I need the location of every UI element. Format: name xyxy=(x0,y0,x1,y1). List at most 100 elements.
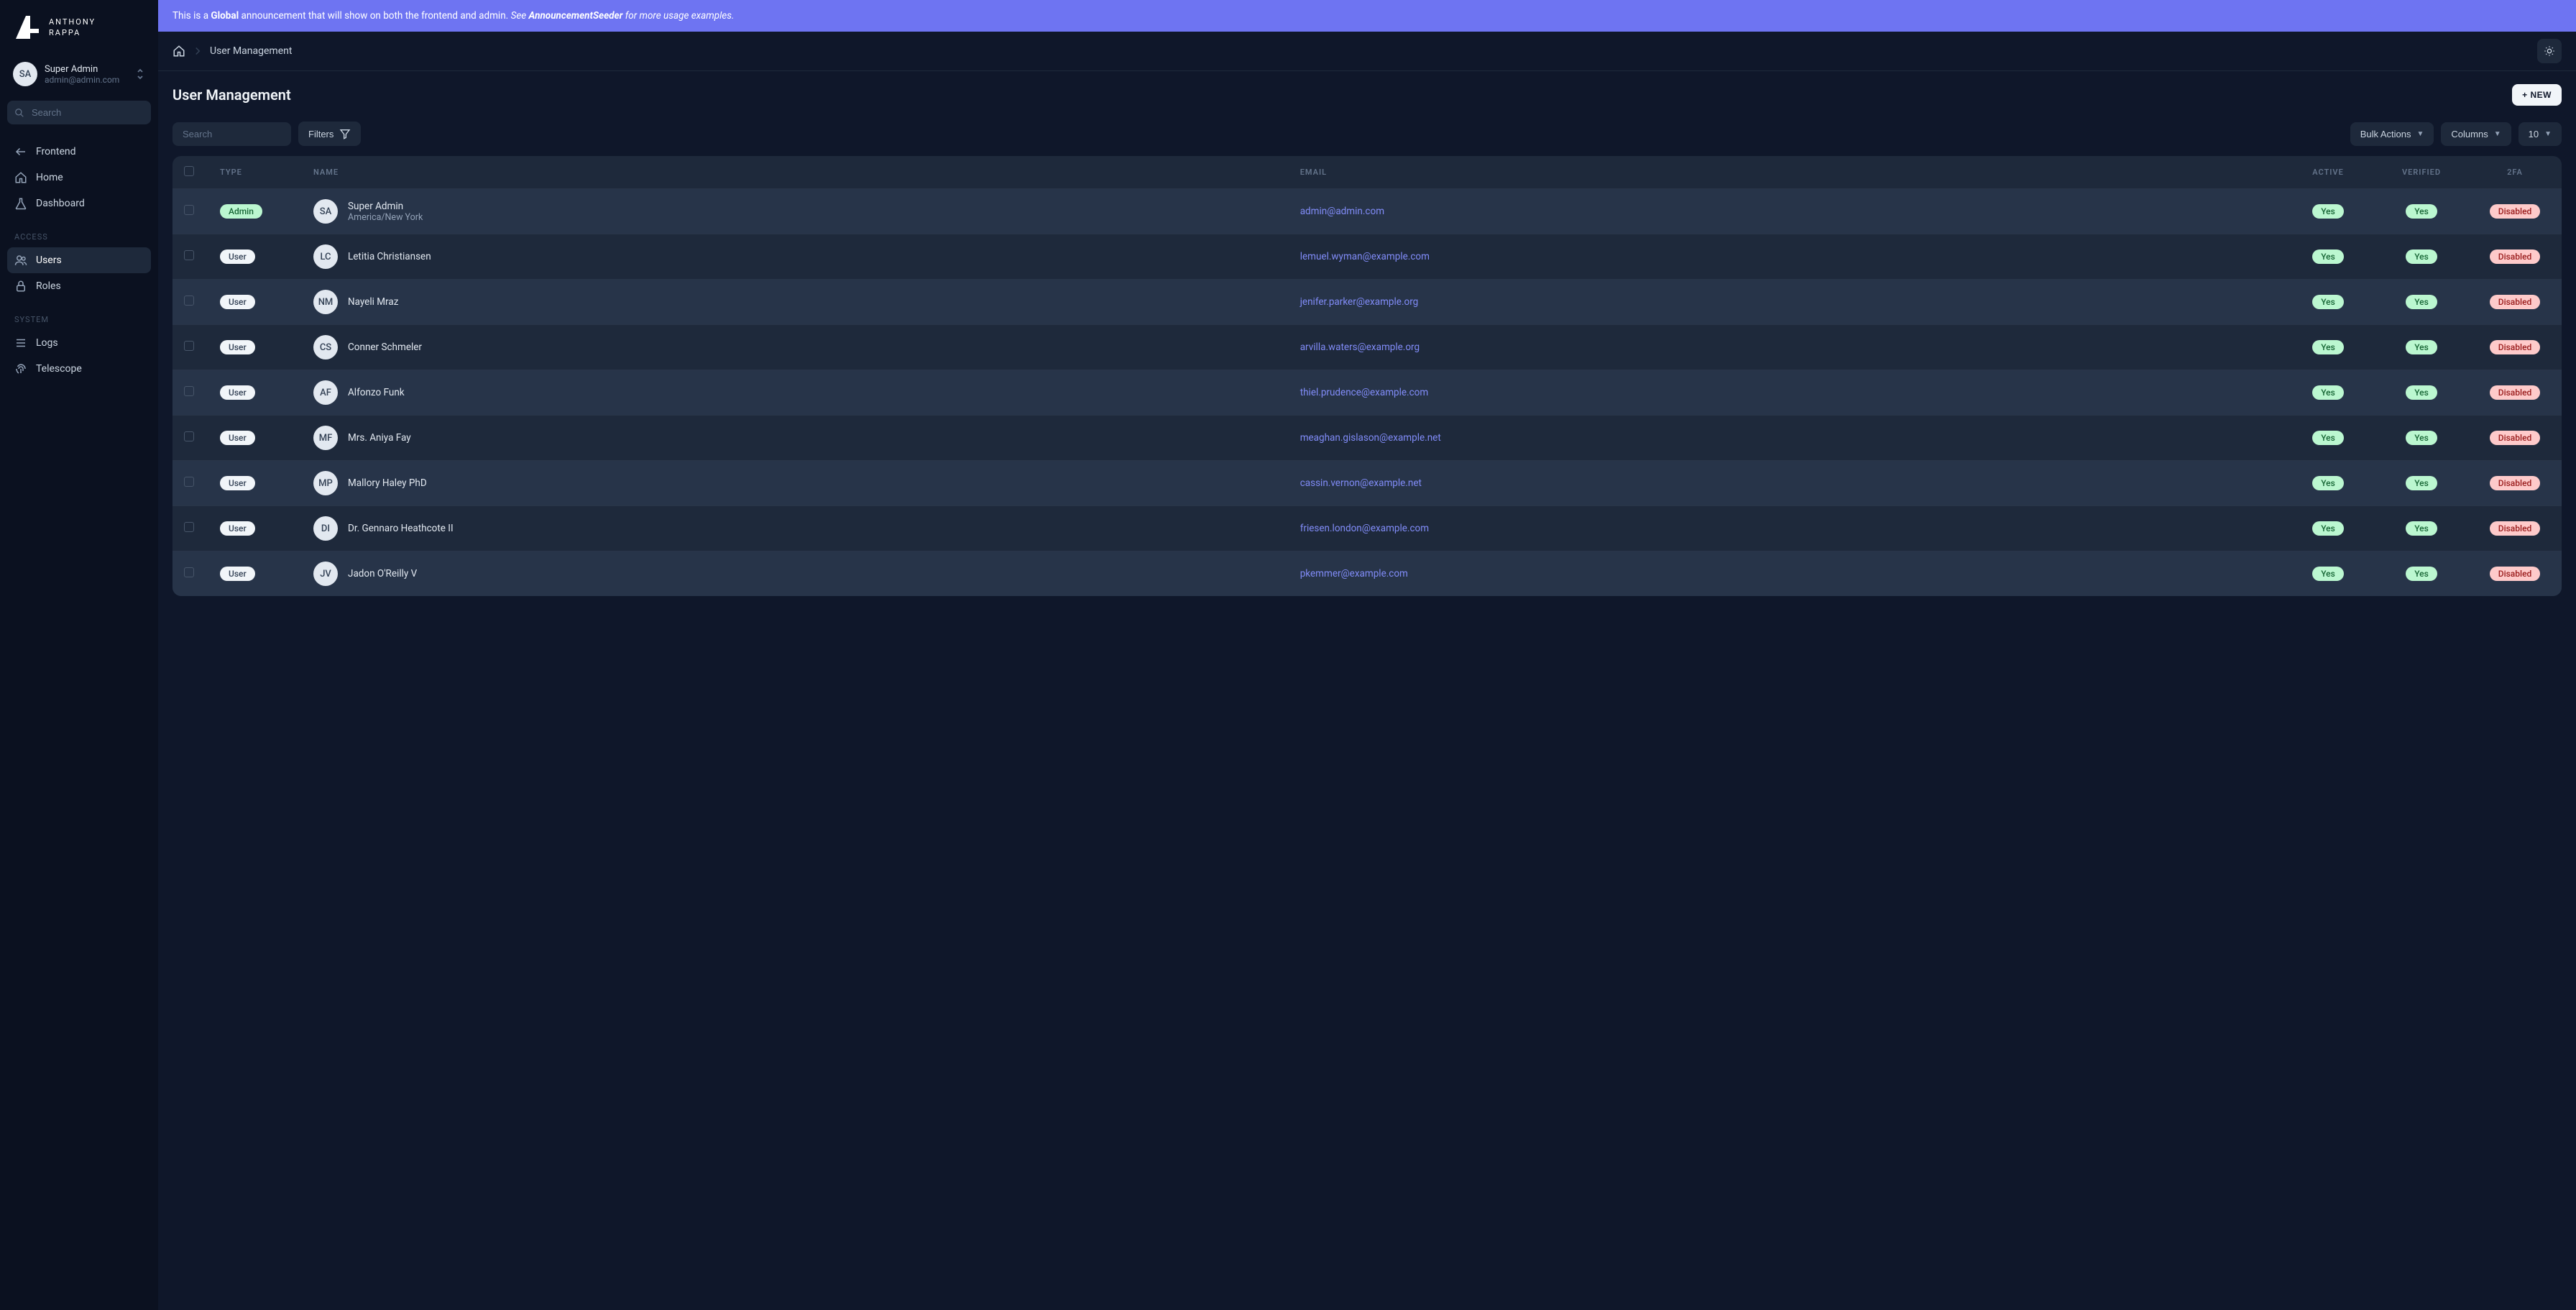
table-row[interactable]: UserLCLetitia Christiansenlemuel.wyman@e… xyxy=(172,234,2562,280)
row-email[interactable]: thiel.prudence@example.com xyxy=(1300,387,1429,398)
active-badge: Yes xyxy=(2312,249,2344,264)
row-checkbox[interactable] xyxy=(184,522,194,532)
row-email[interactable]: admin@admin.com xyxy=(1300,206,1384,217)
select-all-checkbox[interactable] xyxy=(184,166,194,176)
verified-badge: Yes xyxy=(2406,295,2437,309)
row-checkbox[interactable] xyxy=(184,567,194,577)
breadcrumb-current: User Management xyxy=(210,45,292,57)
twofa-badge: Disabled xyxy=(2490,340,2541,354)
new-button[interactable]: + NEW xyxy=(2512,84,2562,106)
sidebar-item-roles[interactable]: Roles xyxy=(7,273,151,299)
sidebar-item-home[interactable]: Home xyxy=(7,165,151,191)
sidebar-item-dashboard[interactable]: Dashboard xyxy=(7,191,151,216)
user-avatar: SA xyxy=(13,62,37,86)
twofa-badge: Disabled xyxy=(2490,295,2541,309)
active-badge: Yes xyxy=(2312,431,2344,445)
twofa-badge: Disabled xyxy=(2490,385,2541,400)
row-name: Dr. Gennaro Heathcote II xyxy=(348,523,454,534)
user-name: Super Admin xyxy=(45,64,128,75)
nav-group-label: ACCESS xyxy=(7,229,151,247)
filter-icon xyxy=(339,128,351,139)
row-email[interactable]: friesen.london@example.com xyxy=(1300,523,1429,534)
row-avatar: NM xyxy=(313,290,338,314)
sidebar-search-input[interactable] xyxy=(7,101,151,124)
row-name: Super Admin xyxy=(348,201,423,212)
table-row[interactable]: UserNMNayeli Mrazjenifer.parker@example.… xyxy=(172,280,2562,325)
twofa-badge: Disabled xyxy=(2490,476,2541,490)
lock-icon xyxy=(14,280,27,293)
chevron-down-icon: ▼ xyxy=(2494,130,2501,138)
row-avatar: AF xyxy=(313,380,338,405)
table-row[interactable]: UserAFAlfonzo Funkthiel.prudence@example… xyxy=(172,370,2562,416)
twofa-badge: Disabled xyxy=(2490,204,2541,219)
table-search-input[interactable] xyxy=(172,122,291,146)
sidebar-item-logs[interactable]: Logs xyxy=(7,330,151,356)
row-email[interactable]: arvilla.waters@example.org xyxy=(1300,342,1420,353)
col-header-verified[interactable]: VERIFIED xyxy=(2375,156,2468,189)
bulk-actions-button[interactable]: Bulk Actions▼ xyxy=(2350,122,2434,146)
row-email[interactable]: cassin.vernon@example.net xyxy=(1300,477,1422,489)
sidebar-item-label: Home xyxy=(36,172,63,183)
col-header-type[interactable]: TYPE xyxy=(208,156,302,189)
sidebar-item-frontend[interactable]: Frontend xyxy=(7,139,151,165)
columns-button[interactable]: Columns▼ xyxy=(2441,122,2511,146)
logo[interactable]: ANTHONY RAPPA xyxy=(7,13,151,56)
row-email[interactable]: meaghan.gislason@example.net xyxy=(1300,432,1441,444)
table-row[interactable]: UserDIDr. Gennaro Heathcote IIfriesen.lo… xyxy=(172,506,2562,551)
sidebar-item-users[interactable]: Users xyxy=(7,247,151,273)
fingerprint-icon xyxy=(14,362,27,375)
sidebar: ANTHONY RAPPA SA Super Admin admin@admin… xyxy=(0,0,158,1310)
table-row[interactable]: AdminSASuper AdminAmerica/New Yorkadmin@… xyxy=(172,189,2562,234)
filters-button[interactable]: Filters xyxy=(298,122,361,146)
users-icon xyxy=(14,254,27,267)
col-header-active[interactable]: ACTIVE xyxy=(2281,156,2375,189)
twofa-badge: Disabled xyxy=(2490,567,2541,581)
chevron-right-icon xyxy=(191,45,204,58)
arrow-left-icon xyxy=(14,145,27,158)
type-badge: User xyxy=(220,567,255,581)
home-icon[interactable] xyxy=(172,45,185,58)
row-email[interactable]: pkemmer@example.com xyxy=(1300,568,1408,580)
table-row[interactable]: UserMFMrs. Aniya Faymeaghan.gislason@exa… xyxy=(172,416,2562,461)
user-email: admin@admin.com xyxy=(45,75,128,85)
type-badge: User xyxy=(220,249,255,264)
page-title: User Management xyxy=(172,86,291,104)
verified-badge: Yes xyxy=(2406,204,2437,219)
row-checkbox[interactable] xyxy=(184,431,194,441)
row-name: Conner Schmeler xyxy=(348,342,422,353)
col-header-name[interactable]: NAME xyxy=(302,156,1289,189)
row-checkbox[interactable] xyxy=(184,250,194,260)
row-email[interactable]: lemuel.wyman@example.com xyxy=(1300,251,1430,262)
row-checkbox[interactable] xyxy=(184,296,194,306)
sidebar-search[interactable] xyxy=(7,101,151,124)
row-checkbox[interactable] xyxy=(184,477,194,487)
verified-badge: Yes xyxy=(2406,340,2437,354)
sidebar-item-telescope[interactable]: Telescope xyxy=(7,356,151,382)
sidebar-item-label: Users xyxy=(36,255,62,266)
active-badge: Yes xyxy=(2312,204,2344,219)
table-row[interactable]: UserCSConner Schmelerarvilla.waters@exam… xyxy=(172,325,2562,370)
col-header-email[interactable]: EMAIL xyxy=(1289,156,2281,189)
type-badge: User xyxy=(220,295,255,309)
topbar: User Management xyxy=(158,32,2576,71)
verified-badge: Yes xyxy=(2406,249,2437,264)
table-row[interactable]: UserMPMallory Haley PhDcassin.vernon@exa… xyxy=(172,461,2562,506)
type-badge: User xyxy=(220,385,255,400)
page-size-select[interactable]: 10▼ xyxy=(2518,122,2562,146)
row-checkbox[interactable] xyxy=(184,341,194,351)
logo-text: ANTHONY RAPPA xyxy=(49,17,96,39)
row-email[interactable]: jenifer.parker@example.org xyxy=(1300,296,1419,308)
theme-toggle-button[interactable] xyxy=(2537,39,2562,63)
active-badge: Yes xyxy=(2312,476,2344,490)
active-badge: Yes xyxy=(2312,567,2344,581)
row-avatar: CS xyxy=(313,335,338,359)
user-menu[interactable]: SA Super Admin admin@admin.com xyxy=(7,56,151,92)
row-checkbox[interactable] xyxy=(184,386,194,396)
row-checkbox[interactable] xyxy=(184,205,194,215)
active-badge: Yes xyxy=(2312,521,2344,536)
verified-badge: Yes xyxy=(2406,476,2437,490)
twofa-badge: Disabled xyxy=(2490,521,2541,536)
col-header-2fa[interactable]: 2FA xyxy=(2468,156,2562,189)
search-icon xyxy=(14,108,24,118)
table-row[interactable]: UserJVJadon O'Reilly Vpkemmer@example.co… xyxy=(172,551,2562,597)
